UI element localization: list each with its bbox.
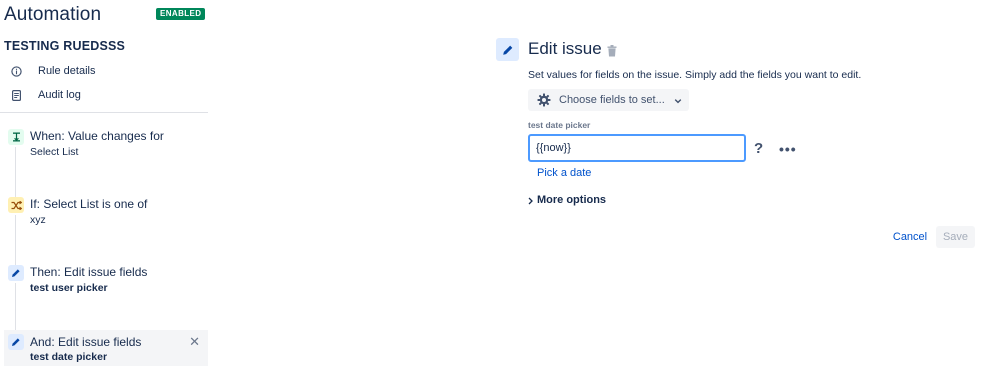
document-icon [8,87,24,103]
cancel-button[interactable]: Cancel [888,226,932,248]
field-label: test date picker [528,120,591,130]
date-field-input[interactable]: {{now}} [528,134,746,162]
step-subtitle: xyz [30,214,46,226]
remove-step-close-icon[interactable]: ✕ [189,334,200,350]
trash-icon[interactable] [607,44,618,57]
info-icon [8,63,24,79]
pencil-icon [496,38,519,61]
step-subtitle: test date picker [30,351,108,363]
panel-title: Edit issue [528,39,602,58]
more-actions-icon[interactable]: ••• [779,141,797,157]
step-subtitle: test user picker [30,282,108,294]
choose-fields-button[interactable]: Choose fields to set... [528,89,689,111]
app-title: Automation [4,4,102,25]
more-options-label: More options [537,194,607,206]
nav-item-label: Rule details [38,65,96,77]
chevron-down-icon [674,96,682,104]
pencil-icon [8,265,24,281]
trigger-icon [8,129,24,145]
step-subtitle: Select List [30,146,79,158]
shuffle-icon [8,197,24,213]
step-title: If: Select List is one of [30,197,148,211]
rule-step-condition[interactable]: If: Select List is one of xyz [4,197,208,233]
gear-icon [537,93,551,107]
help-icon[interactable]: ? [754,140,763,157]
step-title: When: Value changes for [30,129,164,143]
step-title: And: Edit issue fields [30,335,142,349]
nav-item-label: Audit log [38,89,81,101]
rule-step-action[interactable]: Then: Edit issue fields test user picker [4,265,208,301]
status-badge: ENABLED [156,8,206,20]
more-options-toggle[interactable]: More options [527,194,606,206]
rule-step-action-selected[interactable]: And: Edit issue fields test date picker … [4,330,208,366]
panel-description: Set values for fields on the issue. Simp… [528,69,862,81]
nav-item-audit-log[interactable]: Audit log [8,85,81,105]
pencil-icon [8,334,24,350]
choose-fields-label: Choose fields to set... [559,94,665,106]
save-button[interactable]: Save [936,226,975,248]
rule-name: TESTING RUEDSSS [4,39,126,53]
step-title: Then: Edit issue fields [30,265,148,279]
sidebar-divider [0,112,208,113]
rule-step-trigger[interactable]: When: Value changes for Select List [4,129,208,165]
nav-item-rule-details[interactable]: Rule details [8,61,95,81]
sidebar: Automation ENABLED TESTING RUEDSSS Rule … [0,0,210,376]
pick-a-date-link[interactable]: Pick a date [537,167,591,179]
chevron-right-icon [527,196,534,205]
